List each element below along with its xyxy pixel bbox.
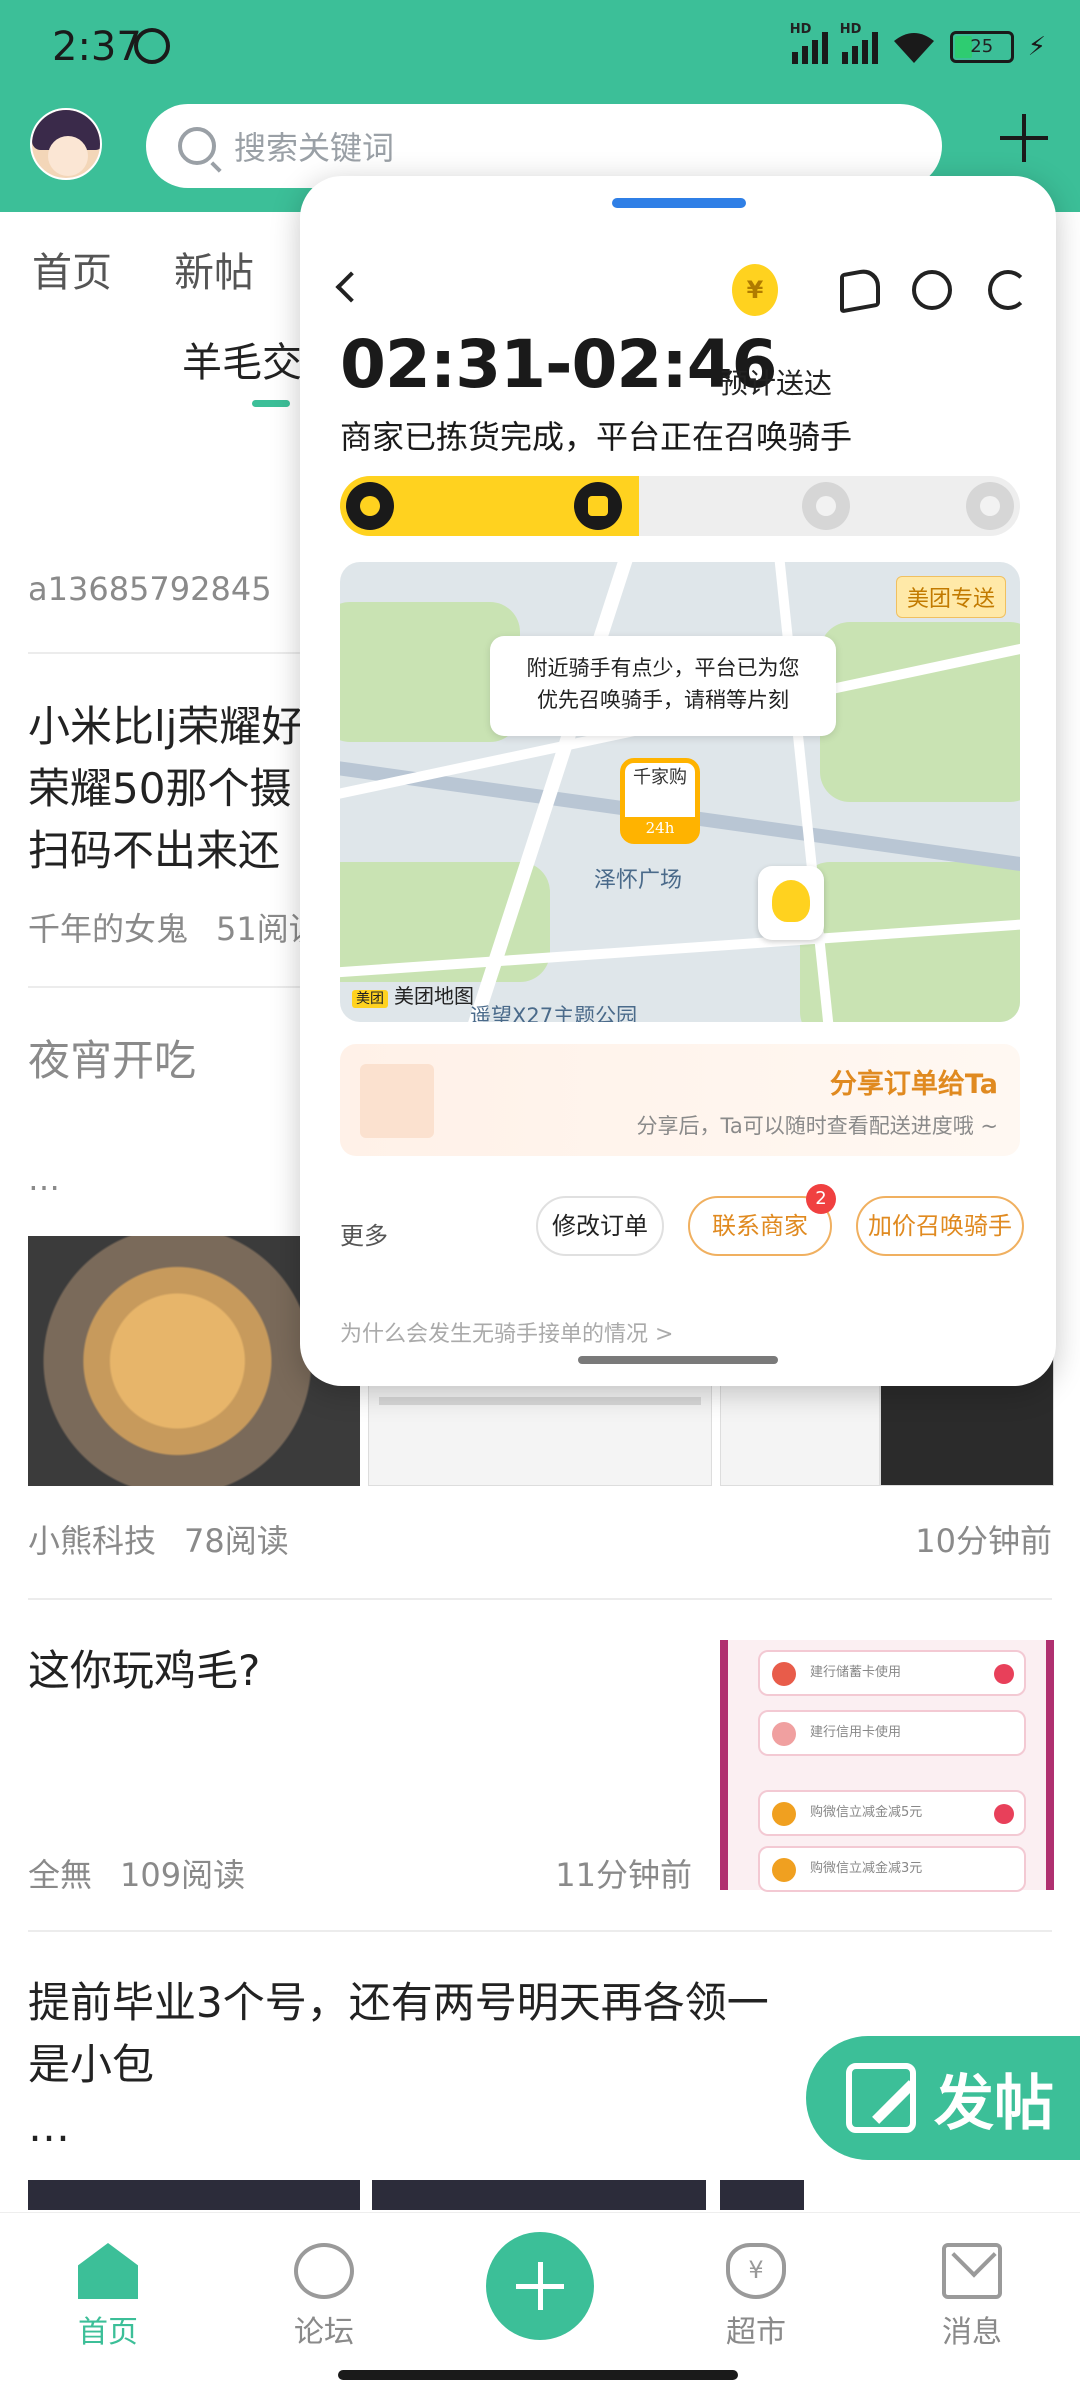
- share-order-title: 分享订单给Ta: [829, 1069, 998, 1100]
- back-icon[interactable]: [335, 271, 367, 303]
- delivery-map[interactable]: 美团专送 附近骑手有点少，平台已为您 优先召唤骑手，请稍等片刻 千家购 24h …: [340, 562, 1020, 1022]
- signal-icon-2: HD: [840, 22, 878, 64]
- status-time: 2:37: [52, 24, 142, 70]
- gesture-bar[interactable]: [338, 2370, 738, 2380]
- post-meta: 小熊科技 78阅读 10分钟前: [28, 1522, 1052, 1560]
- nav-messages[interactable]: 消息: [912, 2243, 1032, 2351]
- divider: [28, 1930, 1052, 1932]
- customer-service-icon[interactable]: [912, 270, 952, 310]
- status-icons: HD HD 25 ⚡: [790, 22, 1046, 64]
- alarm-icon: [134, 28, 170, 64]
- map-place-label-2: 遥望X27主题公园: [470, 1004, 638, 1022]
- nav-home[interactable]: 首页: [48, 2243, 168, 2351]
- rider-pin-icon[interactable]: [758, 866, 824, 940]
- refresh-icon[interactable]: [988, 270, 1028, 310]
- battery-icon: 25: [949, 31, 1014, 63]
- search-icon: [178, 127, 216, 165]
- subtab-indicator: [252, 400, 290, 407]
- map-message: 附近骑手有点少，平台已为您 优先召唤骑手，请稍等片刻: [490, 636, 836, 736]
- contact-merchant-button[interactable]: 联系商家 2: [688, 1184, 836, 1256]
- unread-badge: 2: [806, 1184, 836, 1214]
- add-icon[interactable]: [998, 112, 1050, 164]
- add-tip-button[interactable]: 加价召唤骑手: [856, 1196, 1024, 1256]
- nav-market[interactable]: ¥ 超市: [696, 2243, 816, 2351]
- post-meta: 全無 109阅读 11分钟前: [28, 1856, 692, 1894]
- share-order-subtitle: 分享后，Ta可以随时查看配送进度哦 ~: [636, 1114, 999, 1138]
- share-order-card[interactable]: 分享订单给Ta 分享后，Ta可以随时查看配送进度哦 ~: [340, 1044, 1020, 1156]
- floating-window-delivery[interactable]: ¥ 02:31-02:46 预计送达 商家已拣货完成，平台正在召唤骑手 美团专送…: [300, 176, 1056, 1386]
- more-button[interactable]: 更多: [340, 1216, 388, 1251]
- nav-add-button[interactable]: [486, 2232, 594, 2340]
- faq-link[interactable]: 为什么会发生无骑手接单的情况 >: [340, 1316, 673, 1348]
- step-delivered-icon: [966, 482, 1014, 530]
- map-place-label: 泽怀广场: [594, 868, 683, 893]
- post-image-payment[interactable]: 建行储蓄卡使用 建行信用卡使用 购微信立减金减5元 购微信立减金减3元: [720, 1640, 1054, 1892]
- step-paid-icon: [346, 482, 394, 530]
- window-drag-handle[interactable]: [612, 198, 746, 208]
- eta-suffix: 预计送达: [720, 367, 833, 400]
- charging-icon: ⚡: [1027, 32, 1046, 62]
- create-post-label: 发帖: [934, 2068, 1054, 2139]
- modify-order-button[interactable]: 修改订单: [536, 1196, 664, 1256]
- money-bag-icon: ¥: [726, 2243, 786, 2299]
- post-title[interactable]: 提前毕业3个号，还有两号明天再各领一 是小包 …: [28, 1972, 818, 2158]
- share-icon[interactable]: [840, 266, 880, 314]
- nav-forum[interactable]: 论坛: [264, 2243, 384, 2351]
- order-status: 商家已拣货完成，平台正在召唤骑手: [340, 418, 853, 456]
- map-logo: 美团 美团地图: [352, 980, 474, 1009]
- receipt-icon: [360, 1064, 434, 1138]
- step-packed-icon: [574, 482, 622, 530]
- tab-new-posts[interactable]: 新帖: [174, 240, 254, 298]
- create-post-button[interactable]: 发帖: [806, 2036, 1080, 2160]
- delivery-type-tag: 美团专送: [895, 576, 1006, 618]
- window-gesture-bar[interactable]: [578, 1356, 778, 1364]
- divider: [28, 1598, 1052, 1600]
- coin-icon[interactable]: ¥: [732, 264, 778, 316]
- delivery-progress: [340, 476, 1020, 536]
- avatar[interactable]: [30, 108, 102, 180]
- subtab-deals[interactable]: 羊毛交: [182, 330, 302, 388]
- mail-icon: [942, 2243, 1002, 2299]
- shop-pin-icon[interactable]: 千家购 24h: [620, 758, 700, 844]
- wifi-icon: [893, 33, 934, 63]
- tab-home[interactable]: 首页: [32, 240, 112, 298]
- edit-icon: [846, 2063, 916, 2133]
- step-rider-icon: [802, 482, 850, 530]
- eta-time: 02:31-02:46: [340, 326, 778, 403]
- signal-icon: HD: [790, 22, 828, 64]
- search-placeholder: 搜索关键词: [234, 129, 395, 167]
- home-icon: [78, 2243, 138, 2299]
- chat-icon: [294, 2243, 354, 2299]
